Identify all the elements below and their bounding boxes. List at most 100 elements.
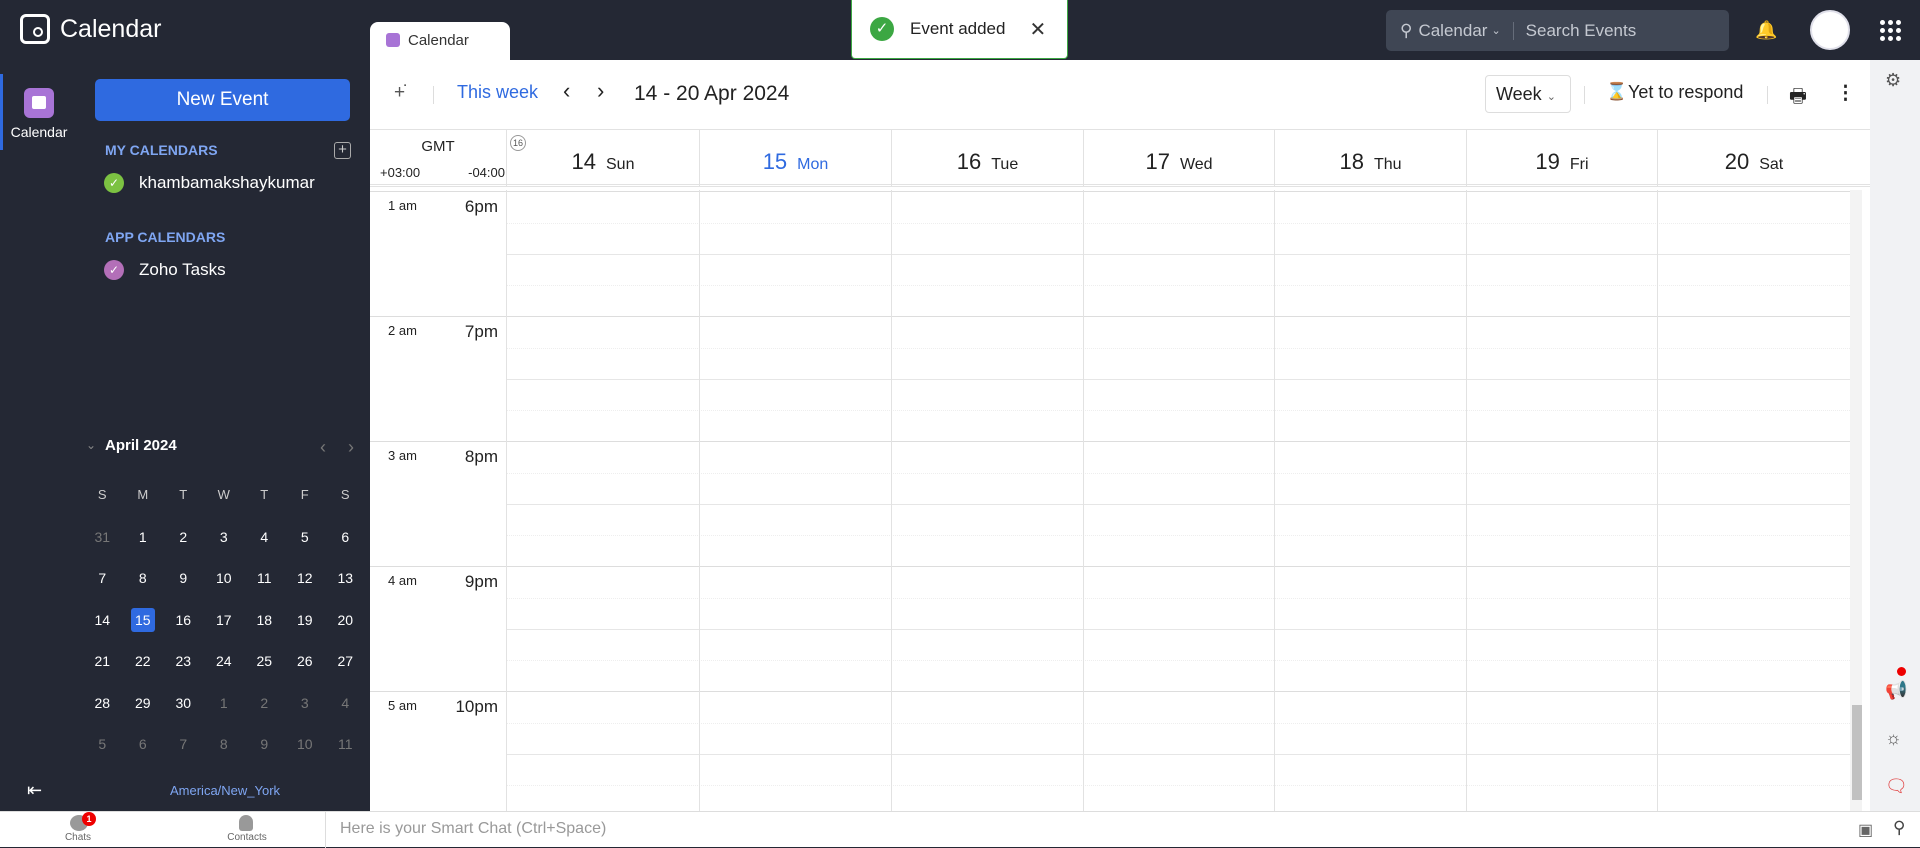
mini-day[interactable]: 25 [244,648,285,690]
mini-day-number: 15 [130,607,155,632]
next-week-icon[interactable]: › [597,78,604,104]
mini-day[interactable]: 14 [82,607,123,649]
prev-month-icon[interactable]: ‹ [320,437,326,458]
new-event-button[interactable]: New Event [95,79,350,121]
smart-chat-input[interactable]: Here is your Smart Chat (Ctrl+Space) [325,812,1845,848]
tab-label: Calendar [408,32,469,49]
mini-day[interactable]: 27 [325,648,366,690]
hour-row[interactable]: 2 am 7pm [370,316,1850,441]
avatar[interactable] [1810,10,1850,50]
day-header-fri[interactable]: 19 Fri [1466,130,1657,187]
day-header-tue[interactable]: 16 Tue [891,130,1083,187]
mini-day[interactable]: 4 [325,690,366,732]
hour-row[interactable]: 4 am 9pm [370,566,1850,691]
close-icon[interactable]: ✕ [1029,17,1046,42]
hour-row[interactable]: 5 am 10pm [370,691,1850,811]
mini-day[interactable]: 11 [244,565,285,607]
search-input[interactable]: Search Events [1526,21,1637,41]
calendar-item[interactable]: ✓ Zoho Tasks [104,260,226,280]
this-week-button[interactable]: This week [457,82,538,103]
day-header-thu[interactable]: 18 Thu [1274,130,1466,187]
checkbox-checked-icon[interactable]: ✓ [104,260,124,280]
mini-day[interactable]: 10 [204,565,245,607]
mini-day[interactable]: 9 [163,565,204,607]
mini-day[interactable]: 8 [123,565,164,607]
tz-offset-secondary: -04:00 [468,165,505,180]
mini-day[interactable]: 28 [82,690,123,732]
next-month-icon[interactable]: › [348,437,354,458]
mini-day[interactable]: 7 [163,731,204,773]
mini-day[interactable]: 22 [123,648,164,690]
rail-item-calendar[interactable]: Calendar [0,74,75,150]
bot-icon[interactable]: ▣ [1858,820,1873,840]
contacts-icon[interactable] [239,815,253,831]
mini-day[interactable]: 1 [123,524,164,566]
mini-day[interactable]: 3 [204,524,245,566]
mini-day[interactable]: 10 [285,731,326,773]
mini-day[interactable]: 4 [244,524,285,566]
mini-day[interactable]: 24 [204,648,245,690]
mini-day[interactable]: 1 [204,690,245,732]
tab-calendar[interactable]: Calendar [370,22,510,60]
timezone-link[interactable]: America/New_York [170,783,280,798]
mini-day[interactable]: 3 [285,690,326,732]
mini-day[interactable]: 21 [82,648,123,690]
day-header-mon[interactable]: 15 Mon [699,130,891,187]
mini-day[interactable]: 12 [285,565,326,607]
mini-day[interactable]: 6 [325,524,366,566]
settings-gear-icon[interactable]: ⚙ [1885,70,1901,91]
calendar-icon [386,33,400,47]
time-grid[interactable]: 1 am 6pm 2 am 7pm 3 am 8pm 4 am 9pm 5 am 10pm [370,190,1850,811]
chevron-down-icon[interactable]: ⌄ [86,438,96,452]
mini-day[interactable]: 26 [285,648,326,690]
add-calendar-icon[interactable]: + [334,142,351,159]
print-icon[interactable]: 🖶 [1789,82,1807,114]
mini-day[interactable]: 6 [123,731,164,773]
mini-day[interactable]: 9 [244,731,285,773]
mini-day[interactable]: 20 [325,607,366,649]
mini-day[interactable]: 18 [244,607,285,649]
apps-grid-icon[interactable] [1880,20,1901,41]
mini-day[interactable]: 2 [244,690,285,732]
day-header-wed[interactable]: 17 Wed [1083,130,1274,187]
view-select[interactable]: Week ⌄ [1485,75,1571,113]
mini-day[interactable]: 11 [325,731,366,773]
mini-day[interactable]: 19 [285,607,326,649]
search-bar[interactable]: ⚲ Calendar ⌄ Search Events [1386,10,1729,51]
day-header-sat[interactable]: 20 Sat [1657,130,1850,187]
chats-label[interactable]: Chats [60,832,96,843]
mini-day[interactable]: 30 [163,690,204,732]
search-icon[interactable]: ⚲ [1893,818,1905,838]
mini-day[interactable]: 7 [82,565,123,607]
checkbox-checked-icon[interactable]: ✓ [104,173,124,193]
scrollbar-thumb[interactable] [1852,705,1862,800]
collapse-sidebar-icon[interactable]: ⇤ [27,780,42,801]
bell-icon[interactable]: 🔔 [1755,20,1777,41]
hour-row[interactable]: 3 am 8pm [370,441,1850,566]
mini-day[interactable]: 17 [204,607,245,649]
mini-day[interactable]: 5 [285,524,326,566]
hour-row[interactable]: 1 am 6pm [370,191,1850,316]
mini-day[interactable]: 23 [163,648,204,690]
search-scope-dropdown[interactable]: Calendar [1418,21,1487,41]
magic-add-icon[interactable]: +̇ [394,82,405,104]
prev-week-icon[interactable]: ‹ [563,78,570,104]
announcement-icon[interactable]: 📢 [1885,680,1907,701]
mini-day[interactable]: 29 [123,690,164,732]
mini-day[interactable]: 31 [82,524,123,566]
day-header-sun[interactable]: 14 Sun [506,130,699,187]
mini-day[interactable]: 16 [163,607,204,649]
yet-to-respond-button[interactable]: Yet to respond [1628,82,1743,103]
calendar-item[interactable]: ✓ khambamakshaykumar [104,173,315,193]
theme-toggle-icon[interactable]: ☼ [1885,728,1902,749]
mini-day[interactable]: 15 [123,607,164,649]
mini-day[interactable]: 13 [325,565,366,607]
mini-day[interactable]: 5 [82,731,123,773]
mini-day[interactable]: 8 [204,731,245,773]
hour-label-primary: 2 am [388,323,417,338]
more-options-icon[interactable]: ⋮ [1836,82,1855,105]
contacts-label[interactable]: Contacts [222,832,272,843]
day-header-row: GMT +03:00 -04:00 16 14 Sun 15 Mon 16 Tue 17 Wed… [370,130,1870,187]
feedback-chat-icon[interactable]: 🗨 [1885,776,1908,797]
mini-day[interactable]: 2 [163,524,204,566]
